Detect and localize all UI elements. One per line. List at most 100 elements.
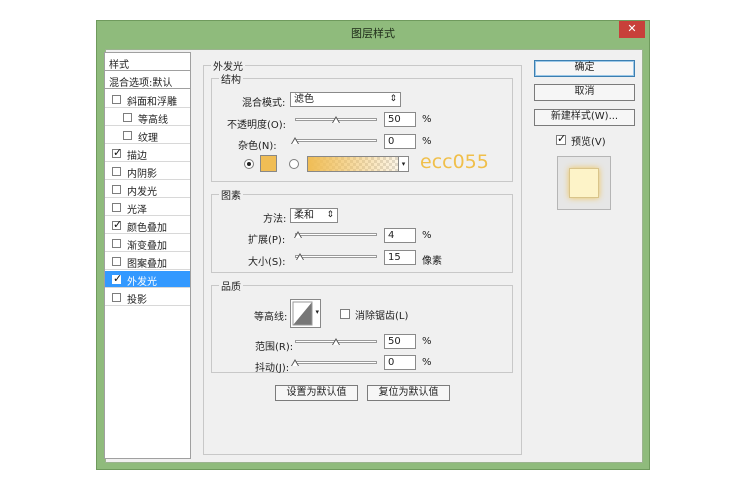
style-item-pattern-overlay[interactable]: 图案叠加 [105, 253, 190, 270]
range-percent: % [422, 336, 432, 347]
blend-mode-label: 混合模式: [242, 98, 286, 109]
anti-alias-label: 消除锯齿(L) [355, 311, 409, 322]
size-slider[interactable] [295, 255, 377, 258]
contour-picker[interactable]: ▾ [290, 299, 321, 328]
style-item-satin[interactable]: 光泽 [105, 199, 190, 216]
style-item-inner-shadow[interactable]: 内阴影 [105, 163, 190, 180]
cancel-button[interactable]: 取消 [534, 84, 635, 101]
stroke-label: 描边 [127, 151, 147, 162]
style-item-outer-glow[interactable]: ✓ 外发光 [105, 271, 190, 288]
styles-header[interactable]: 样式 [105, 53, 190, 71]
opacity-input[interactable]: 50 [384, 112, 416, 127]
jitter-percent: % [422, 357, 432, 368]
size-slider-thumb[interactable] [295, 253, 304, 260]
inner-shadow-checkbox[interactable] [112, 167, 121, 176]
noise-slider-thumb[interactable] [291, 137, 299, 144]
blend-mode-select[interactable]: 滤色 ⇕ [290, 92, 401, 107]
color-overlay-label: 颜色叠加 [127, 223, 167, 234]
style-item-color-overlay[interactable]: ✓ 颜色叠加 [105, 217, 190, 234]
size-label: 大小(S): [248, 257, 286, 268]
quality-title: 品质 [219, 278, 243, 293]
style-item-texture[interactable]: 纹理 [105, 127, 190, 144]
noise-percent: % [422, 136, 432, 147]
new-style-button[interactable]: 新建样式(W)... [534, 109, 635, 126]
noise-slider[interactable] [295, 139, 377, 142]
style-item-inner-glow[interactable]: 内发光 [105, 181, 190, 198]
contour-dropdown-arrow: ▾ [315, 308, 319, 316]
satin-label: 光泽 [127, 205, 147, 216]
pattern-overlay-checkbox[interactable] [112, 257, 121, 266]
jitter-label: 抖动(J): [255, 363, 290, 374]
gradient-overlay-checkbox[interactable] [112, 239, 121, 248]
size-input[interactable]: 15 [384, 250, 416, 265]
opacity-percent: % [422, 114, 432, 125]
reset-default-button[interactable]: 复位为默认值 [367, 385, 450, 401]
preview-label: 预览(V) [571, 137, 606, 148]
range-input[interactable]: 50 [384, 334, 416, 349]
texture-checkbox[interactable] [123, 131, 132, 140]
layer-style-dialog: 图层样式 ✕ 样式 混合选项:默认 斜面和浮雕 等高线 纹理 ✓ 描边 内阴影 [96, 20, 650, 470]
elements-title: 图素 [219, 187, 243, 202]
style-item-contour[interactable]: 等高线 [105, 109, 190, 126]
style-item-stroke[interactable]: ✓ 描边 [105, 145, 190, 162]
color-overlay-check-mark: ✓ [113, 218, 123, 231]
glow-gradient-swatch[interactable] [307, 156, 399, 172]
inner-shadow-label: 内阴影 [127, 169, 157, 180]
range-label: 范围(R): [255, 342, 294, 353]
ok-button[interactable]: 确定 [534, 60, 635, 77]
gradient-overlay-label: 渐变叠加 [127, 241, 167, 252]
close-button[interactable]: ✕ [619, 21, 645, 38]
styles-list: 样式 混合选项:默认 斜面和浮雕 等高线 纹理 ✓ 描边 内阴影 内发光 光泽 … [104, 52, 191, 459]
bevel-label: 斜面和浮雕 [127, 97, 177, 108]
preview-check-mark: ✓ [557, 132, 567, 145]
jitter-slider[interactable] [295, 361, 377, 364]
blend-options-item[interactable]: 混合选项:默认 [105, 71, 190, 89]
dialog-title: 图层样式 [351, 27, 395, 40]
texture-label: 纹理 [138, 133, 158, 144]
spread-slider[interactable] [295, 233, 377, 236]
stroke-checkbox[interactable]: ✓ [112, 146, 122, 159]
make-default-button[interactable]: 设置为默认值 [275, 385, 358, 401]
gradient-dropdown-arrow[interactable]: ▾ [398, 156, 409, 172]
outer-glow-checkbox[interactable]: ✓ [112, 272, 123, 285]
outer-glow-label: 外发光 [127, 277, 157, 288]
outer-glow-check-mark: ✓ [113, 272, 123, 285]
spread-percent: % [422, 230, 432, 241]
style-item-drop-shadow[interactable]: 投影 [105, 289, 190, 306]
drop-shadow-checkbox[interactable] [112, 293, 121, 302]
blend-mode-value: 滤色 [294, 94, 314, 105]
gradient-radio[interactable] [289, 159, 299, 169]
opacity-slider-thumb[interactable] [332, 116, 340, 123]
solid-color-radio[interactable] [244, 159, 254, 169]
styles-header-label: 样式 [109, 60, 129, 71]
spread-label: 扩展(P): [248, 235, 286, 246]
style-item-bevel[interactable]: 斜面和浮雕 [105, 91, 190, 108]
updown-arrow-icon: ⇕ [389, 94, 397, 104]
size-pixel-unit: 像素 [422, 256, 442, 267]
preview-checkbox[interactable]: ✓ [556, 132, 567, 145]
technique-value: 柔和 [294, 210, 314, 221]
satin-checkbox[interactable] [112, 203, 121, 212]
spread-slider-thumb[interactable] [294, 231, 303, 238]
spread-input[interactable]: 4 [384, 228, 416, 243]
updown-arrow-icon: ⇕ [326, 210, 334, 220]
title-bar[interactable]: 图层样式 ✕ [97, 21, 649, 43]
structure-title: 结构 [219, 71, 243, 86]
glow-color-swatch[interactable] [260, 155, 277, 172]
bevel-checkbox[interactable] [112, 95, 121, 104]
contour-checkbox[interactable] [123, 113, 132, 122]
contour-linear-icon [292, 301, 313, 326]
jitter-slider-thumb[interactable] [291, 359, 299, 366]
style-item-gradient-overlay[interactable]: 渐变叠加 [105, 235, 190, 252]
inner-glow-checkbox[interactable] [112, 185, 121, 194]
technique-select[interactable]: 柔和 ⇕ [290, 208, 338, 223]
jitter-input[interactable]: 0 [384, 355, 416, 370]
color-overlay-checkbox[interactable]: ✓ [112, 218, 123, 231]
pattern-overlay-label: 图案叠加 [127, 259, 167, 270]
range-slider-thumb[interactable] [332, 338, 340, 345]
anti-alias-checkbox[interactable] [340, 309, 350, 319]
solid-color-radio-dot [247, 162, 251, 166]
technique-label: 方法: [263, 214, 287, 225]
contour-picker-label: 等高线: [254, 312, 288, 323]
noise-input[interactable]: 0 [384, 134, 416, 149]
